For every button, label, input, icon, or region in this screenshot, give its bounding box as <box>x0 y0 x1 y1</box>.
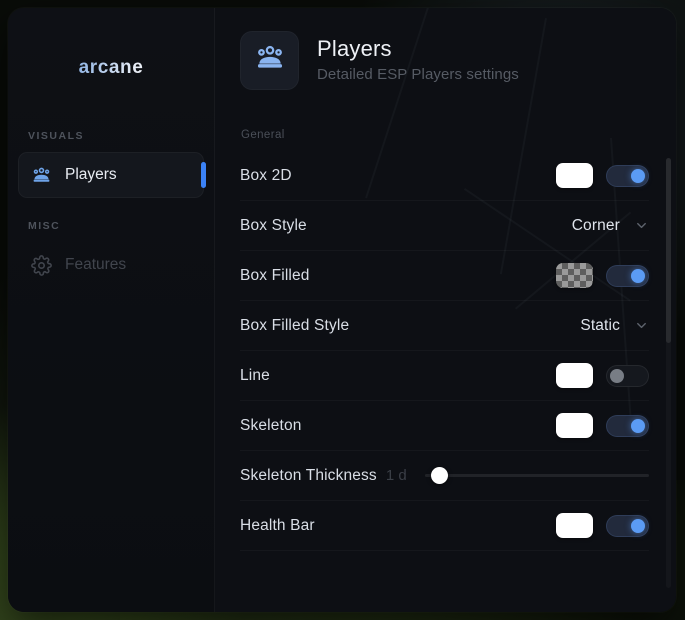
setting-label: Box 2D <box>240 166 292 184</box>
dropdown-value: Static <box>580 316 620 334</box>
dropdown-box-filled-style[interactable]: Static <box>580 317 649 335</box>
sidebar-item-label-players: Players <box>65 166 117 183</box>
color-swatch-skeleton[interactable] <box>556 413 593 438</box>
slider-skeleton-thickness[interactable] <box>424 465 649 487</box>
nav-group-header-misc: MISC <box>28 220 61 232</box>
setting-controls <box>556 163 649 188</box>
page-subtitle: Detailed ESP Players settings <box>317 66 519 83</box>
settings-list: Box 2D Box Style Corner Box Filled Box F… <box>215 151 676 557</box>
content-panel: Players Detailed ESP Players settings Ge… <box>215 8 676 612</box>
setting-label: Health Bar <box>240 516 315 534</box>
setting-row-skeleton-thickness: Skeleton Thickness 1 d <box>240 451 649 501</box>
color-swatch-health-bar[interactable] <box>556 513 593 538</box>
nav-group-header-visuals: VISUALS <box>28 130 85 142</box>
setting-controls <box>556 263 649 288</box>
setting-row-health-bar-style: Health bar Style Health based <box>240 551 649 557</box>
toggle-knob <box>631 518 645 533</box>
color-swatch-line[interactable] <box>556 363 593 388</box>
players-group-icon <box>254 42 286 79</box>
sidebar-item-players[interactable]: Players <box>18 152 206 198</box>
setting-row-skeleton: Skeleton <box>240 401 649 451</box>
setting-value-ghost: 1 d <box>385 467 407 484</box>
chevron-down-icon <box>634 318 649 333</box>
scrollbar-thumb[interactable] <box>666 158 671 343</box>
dropdown-box-style[interactable]: Corner <box>572 217 649 235</box>
page-header-text: Players Detailed ESP Players settings <box>317 31 519 83</box>
setting-controls: Corner <box>572 217 649 235</box>
setting-controls <box>556 413 649 438</box>
app-logo: arcane <box>18 8 204 128</box>
setting-row-line: Line <box>240 351 649 401</box>
toggle-knob <box>631 168 645 183</box>
slider-track <box>424 474 649 477</box>
toggle-skeleton[interactable] <box>606 414 649 437</box>
setting-label: Skeleton <box>240 416 302 434</box>
setting-controls <box>556 513 649 538</box>
toggle-box-2d[interactable] <box>606 164 649 187</box>
page-title: Players <box>317 36 392 61</box>
setting-row-box-style: Box Style Corner <box>240 201 649 251</box>
app-window: arcane VISUALS Players MISC Features Pla… <box>8 8 676 612</box>
color-swatch-box-filled[interactable] <box>556 263 593 288</box>
setting-row-box-filled-style: Box Filled Style Static <box>240 301 649 351</box>
page-header-icon-box <box>240 31 299 90</box>
toggle-knob <box>631 418 645 433</box>
section-label-general: General <box>241 129 285 141</box>
nav-group-misc: MISC Features <box>18 218 204 292</box>
dropdown-value: Corner <box>571 216 620 234</box>
setting-label: Box Filled <box>240 266 310 284</box>
settings-scrollbar[interactable] <box>666 158 671 588</box>
setting-label: Box Filled Style <box>240 316 350 334</box>
active-indicator <box>201 162 206 188</box>
setting-label: Box Style <box>240 216 307 234</box>
setting-controls: Static <box>580 317 649 335</box>
setting-row-box-filled: Box Filled <box>240 251 649 301</box>
toggle-knob <box>631 268 645 283</box>
sidebar-item-features[interactable]: Features <box>18 242 204 288</box>
toggle-health-bar[interactable] <box>606 514 649 537</box>
toggle-knob <box>610 368 624 383</box>
sidebar-item-label-features: Features <box>65 256 127 273</box>
setting-row-box-2d: Box 2D <box>240 151 649 201</box>
toggle-box-filled[interactable] <box>606 264 649 287</box>
slider-knob[interactable] <box>431 467 449 484</box>
page-header: Players Detailed ESP Players settings <box>215 8 676 90</box>
players-group-icon <box>30 164 52 186</box>
setting-label: Skeleton Thickness <box>240 466 377 484</box>
sidebar: arcane VISUALS Players MISC Features <box>8 8 215 612</box>
color-swatch-box-2d[interactable] <box>556 163 593 188</box>
setting-label: Line <box>240 366 270 384</box>
setting-row-health-bar: Health Bar <box>240 501 649 551</box>
setting-controls <box>556 363 649 388</box>
chevron-down-icon <box>634 218 649 233</box>
toggle-line[interactable] <box>606 364 649 387</box>
gear-icon <box>30 254 52 276</box>
nav-group-visuals: VISUALS Players <box>18 128 206 202</box>
